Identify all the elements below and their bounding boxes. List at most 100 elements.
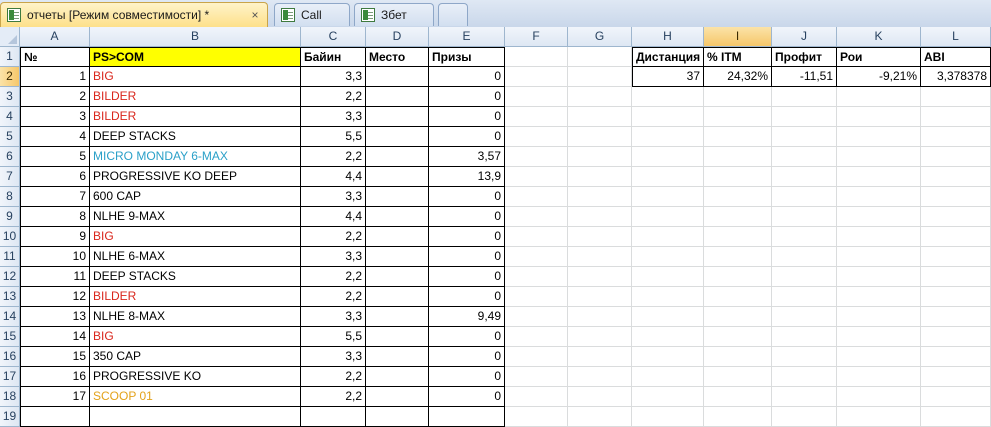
place-cell[interactable] [366, 67, 429, 87]
prize-cell[interactable]: 0 [429, 107, 505, 127]
row-number-cell[interactable]: 5 [20, 147, 90, 167]
stats-header-3[interactable]: Рои [837, 47, 921, 67]
cell-F17[interactable] [505, 367, 568, 387]
cell-F13[interactable] [505, 287, 568, 307]
cell-I13[interactable] [704, 287, 772, 307]
cell-H7[interactable] [632, 167, 704, 187]
row-header-16[interactable]: 16 [0, 347, 20, 367]
cell-G3[interactable] [568, 87, 632, 107]
prize-cell[interactable]: 0 [429, 387, 505, 407]
cell-L6[interactable] [921, 147, 991, 167]
row-header-19[interactable]: 19 [0, 407, 20, 427]
tournament-name-cell[interactable]: BIG [90, 67, 301, 87]
cell-L14[interactable] [921, 307, 991, 327]
column-header-H[interactable]: H [632, 27, 704, 47]
cell-F18[interactable] [505, 387, 568, 407]
prize-cell[interactable]: 0 [429, 207, 505, 227]
cell-H5[interactable] [632, 127, 704, 147]
cell-F3[interactable] [505, 87, 568, 107]
row-number-cell[interactable]: 7 [20, 187, 90, 207]
cell-K7[interactable] [837, 167, 921, 187]
cell-H3[interactable] [632, 87, 704, 107]
buyin-cell[interactable]: 2,2 [301, 287, 366, 307]
row-number-cell[interactable]: 11 [20, 267, 90, 287]
tournament-name-cell[interactable]: NLHE 9-MAX [90, 207, 301, 227]
row-number-cell[interactable]: 13 [20, 307, 90, 327]
cell-K15[interactable] [837, 327, 921, 347]
row-number-cell[interactable]: 8 [20, 207, 90, 227]
cell-G1[interactable] [568, 47, 632, 67]
cell-J6[interactable] [772, 147, 837, 167]
place-cell[interactable] [366, 227, 429, 247]
tournament-name-cell[interactable]: BIG [90, 227, 301, 247]
buyin-cell[interactable]: 3,3 [301, 247, 366, 267]
buyin-cell[interactable]: 3,3 [301, 307, 366, 327]
place-cell[interactable] [366, 287, 429, 307]
row-header-2[interactable]: 2 [0, 67, 20, 87]
buyin-cell[interactable]: 2,2 [301, 87, 366, 107]
row-header-1[interactable]: 1 [0, 47, 20, 67]
cell-G11[interactable] [568, 247, 632, 267]
cell-L5[interactable] [921, 127, 991, 147]
buyin-cell[interactable]: 5,5 [301, 327, 366, 347]
cell-H6[interactable] [632, 147, 704, 167]
cell-C19[interactable] [301, 407, 366, 427]
sheet-tab-1[interactable]: Call [274, 3, 350, 26]
tournament-name-cell[interactable]: BILDER [90, 87, 301, 107]
place-cell[interactable] [366, 327, 429, 347]
place-cell[interactable] [366, 127, 429, 147]
row-header-14[interactable]: 14 [0, 307, 20, 327]
cell-I9[interactable] [704, 207, 772, 227]
cell-G9[interactable] [568, 207, 632, 227]
cell-L10[interactable] [921, 227, 991, 247]
cell-F7[interactable] [505, 167, 568, 187]
cell-K13[interactable] [837, 287, 921, 307]
column-header-A[interactable]: A [20, 27, 90, 47]
row-number-cell[interactable]: 3 [20, 107, 90, 127]
cell-G4[interactable] [568, 107, 632, 127]
cell-L8[interactable] [921, 187, 991, 207]
row-header-7[interactable]: 7 [0, 167, 20, 187]
cell-J3[interactable] [772, 87, 837, 107]
cell-F4[interactable] [505, 107, 568, 127]
place-cell[interactable] [366, 367, 429, 387]
tournament-name-cell[interactable]: SCOOP 01 [90, 387, 301, 407]
column-header-K[interactable]: K [837, 27, 921, 47]
cell-L7[interactable] [921, 167, 991, 187]
cell-I12[interactable] [704, 267, 772, 287]
buyin-cell[interactable]: 2,2 [301, 147, 366, 167]
cell-H18[interactable] [632, 387, 704, 407]
column-header-C[interactable]: C [301, 27, 366, 47]
cell-H17[interactable] [632, 367, 704, 387]
cell-K6[interactable] [837, 147, 921, 167]
row-number-cell[interactable]: 10 [20, 247, 90, 267]
cell-H14[interactable] [632, 307, 704, 327]
cell-H15[interactable] [632, 327, 704, 347]
cell-L15[interactable] [921, 327, 991, 347]
cell-F19[interactable] [505, 407, 568, 427]
row-header-17[interactable]: 17 [0, 367, 20, 387]
cell-G12[interactable] [568, 267, 632, 287]
cell-I11[interactable] [704, 247, 772, 267]
place-cell[interactable] [366, 147, 429, 167]
table-header-0[interactable]: № [20, 47, 90, 67]
cell-G6[interactable] [568, 147, 632, 167]
table-header-3[interactable]: Место [366, 47, 429, 67]
cell-I16[interactable] [704, 347, 772, 367]
table-header-2[interactable]: Байин [301, 47, 366, 67]
cell-G19[interactable] [568, 407, 632, 427]
cell-L11[interactable] [921, 247, 991, 267]
cell-K11[interactable] [837, 247, 921, 267]
cell-J13[interactable] [772, 287, 837, 307]
tournament-name-cell[interactable]: BILDER [90, 287, 301, 307]
buyin-cell[interactable]: 5,5 [301, 127, 366, 147]
cell-K10[interactable] [837, 227, 921, 247]
tournament-name-cell[interactable]: BIG [90, 327, 301, 347]
place-cell[interactable] [366, 167, 429, 187]
cell-G8[interactable] [568, 187, 632, 207]
cell-L12[interactable] [921, 267, 991, 287]
cell-H10[interactable] [632, 227, 704, 247]
cell-I5[interactable] [704, 127, 772, 147]
prize-cell[interactable]: 0 [429, 287, 505, 307]
place-cell[interactable] [366, 87, 429, 107]
